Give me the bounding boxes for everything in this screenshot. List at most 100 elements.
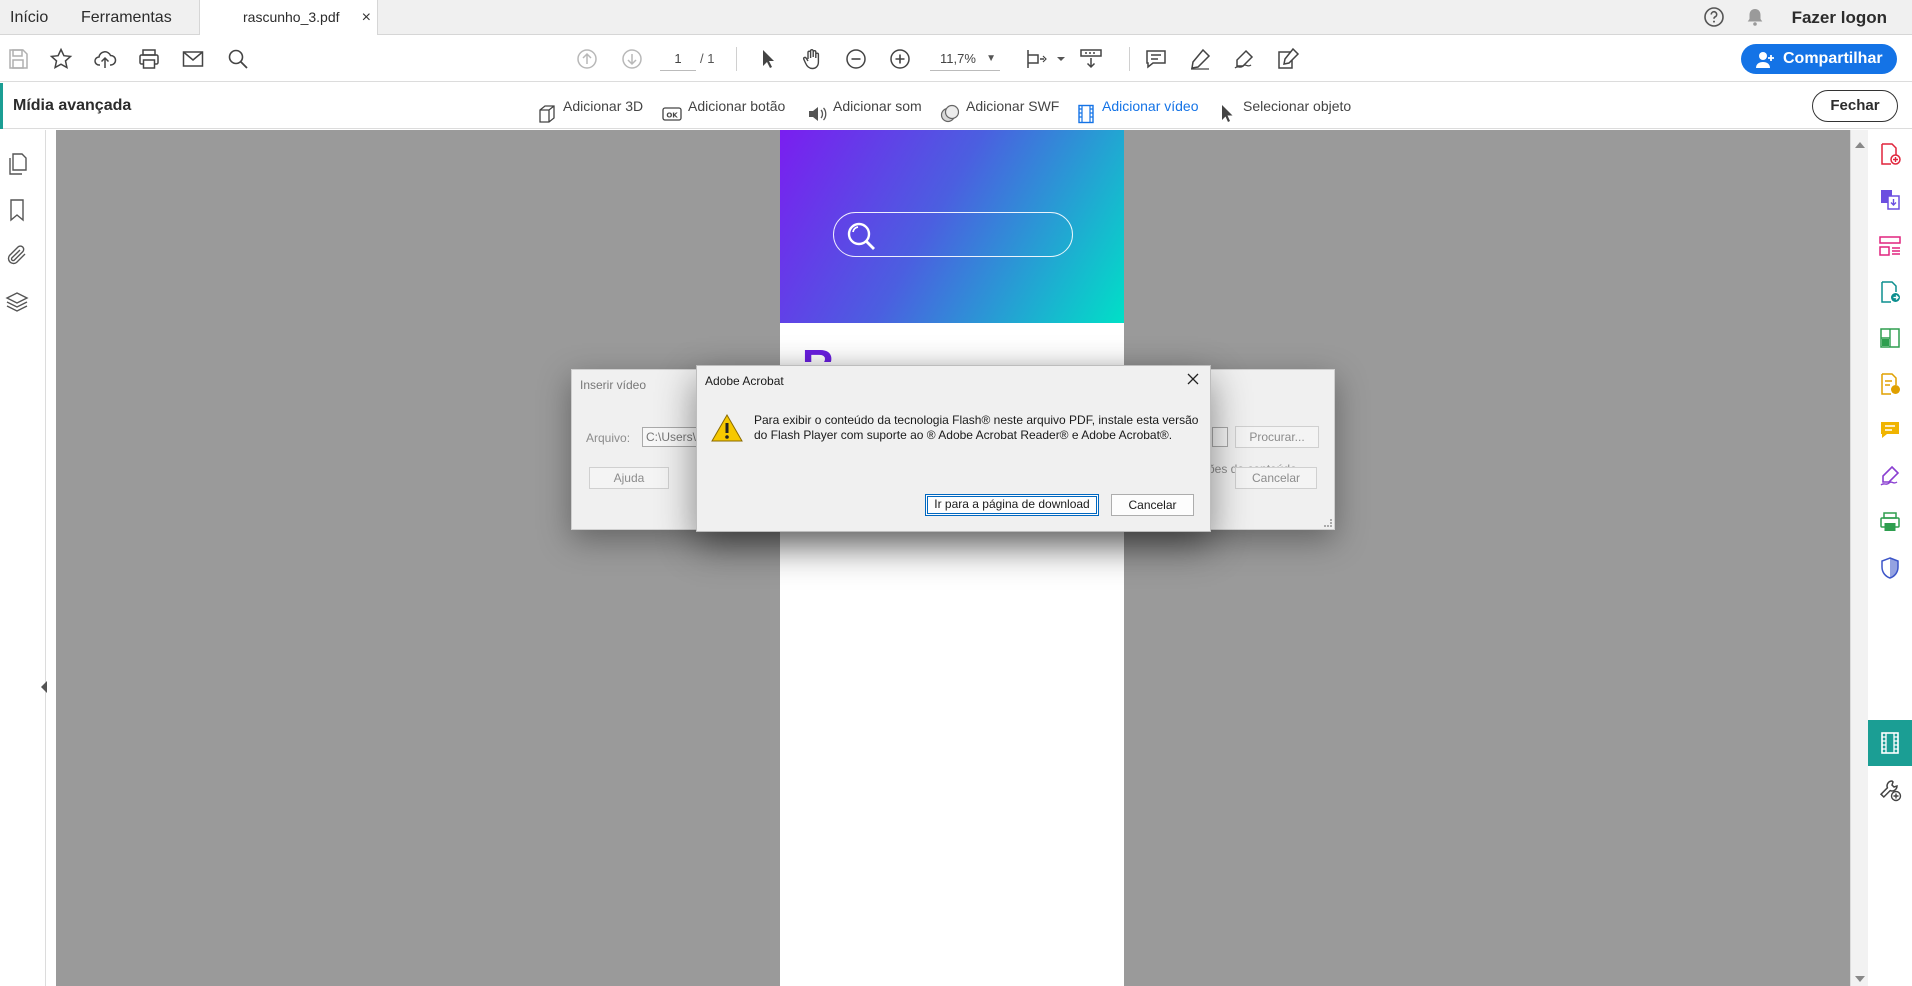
save-icon[interactable] — [6, 47, 30, 71]
create-pdf-icon[interactable] — [1878, 142, 1902, 166]
toolbar-separator — [736, 47, 737, 71]
add-sound-button[interactable]: Adicionar som — [807, 83, 927, 129]
add-video-label: Adicionar vídeo — [1102, 98, 1199, 114]
search-icon — [847, 222, 875, 250]
more-tools-icon[interactable] — [1878, 778, 1902, 802]
print-production-icon[interactable] — [1878, 510, 1902, 534]
comment-icon[interactable] — [1144, 47, 1168, 71]
fill-and-sign-icon[interactable] — [1878, 464, 1902, 488]
page-number-input[interactable]: 1 — [660, 47, 696, 71]
hand-tool-icon[interactable] — [800, 47, 824, 71]
star-icon[interactable] — [49, 47, 73, 71]
page-thumbnails-icon[interactable] — [5, 152, 29, 176]
main-toolbar: 1 / 1 11,7% ▼ Compartilhar — [0, 35, 1912, 82]
svg-text:OK: OK — [666, 112, 678, 120]
cloud-upload-icon[interactable] — [93, 47, 117, 71]
page-fit-icon[interactable] — [1024, 47, 1048, 71]
add-button-button[interactable]: OK Adicionar botão — [662, 83, 792, 129]
scroll-mode-icon[interactable] — [1079, 47, 1103, 71]
pdf-page: R — [780, 130, 1124, 986]
collapse-pane-icon[interactable] — [41, 681, 47, 693]
page-hero-banner — [780, 130, 1124, 323]
next-page-icon[interactable] — [620, 47, 644, 71]
swf-icon — [940, 96, 960, 123]
add-3d-label: Adicionar 3D — [563, 98, 644, 114]
speaker-icon — [807, 96, 827, 121]
flash-warning-dialog: Adobe Acrobat Para exibir o conteúdo da … — [696, 365, 1211, 532]
zoom-out-icon[interactable] — [844, 47, 868, 71]
tab-close-icon[interactable]: × — [362, 0, 371, 35]
email-icon[interactable] — [181, 47, 205, 71]
print-icon[interactable] — [137, 47, 161, 71]
previous-page-icon[interactable] — [575, 47, 599, 71]
layers-icon[interactable] — [5, 290, 29, 314]
tab-home[interactable]: Início — [10, 0, 48, 35]
chevron-down-icon: ▼ — [986, 53, 996, 64]
comment-tool-icon[interactable] — [1878, 418, 1902, 442]
highlight-pen-icon[interactable] — [1188, 47, 1212, 71]
page-search-field-graphic — [833, 212, 1073, 257]
file-path-input-end[interactable] — [1212, 427, 1228, 447]
select-object-button[interactable]: Selecionar objeto — [1217, 83, 1357, 129]
dialog-title: Adobe Acrobat — [705, 374, 784, 388]
insert-video-title: Inserir vídeo — [580, 378, 647, 392]
add-3d-button[interactable]: Adicionar 3D — [537, 83, 677, 129]
tab-document-label: rascunho_3.pdf — [243, 9, 340, 25]
page-heading-fragment: R — [802, 346, 834, 362]
tab-tools[interactable]: Ferramentas — [81, 0, 172, 35]
help-button[interactable]: Ajuda — [589, 467, 669, 489]
export-pdf-icon[interactable] — [1878, 280, 1902, 304]
edit-tool-icon[interactable] — [1276, 47, 1300, 71]
vertical-scrollbar[interactable] — [1850, 130, 1868, 986]
pointer-icon — [1217, 96, 1237, 122]
select-pointer-icon[interactable] — [756, 47, 780, 71]
tool-accent-bar — [0, 83, 3, 129]
cancel-button[interactable]: Cancelar — [1111, 494, 1194, 516]
go-to-download-button[interactable]: Ir para a página de download — [925, 494, 1099, 516]
add-video-button[interactable]: Adicionar vídeo — [1076, 83, 1201, 129]
add-button-label: Adicionar botão — [688, 98, 786, 114]
share-button-label: Compartilhar — [1783, 50, 1883, 67]
sign-icon[interactable] — [1232, 47, 1256, 71]
select-object-label: Selecionar objeto — [1243, 98, 1352, 114]
search-icon[interactable] — [226, 47, 250, 71]
warning-icon — [711, 413, 743, 443]
protect-shield-icon[interactable] — [1878, 556, 1902, 580]
close-icon[interactable] — [1184, 370, 1202, 388]
right-tools-pane — [1868, 130, 1912, 986]
rich-media-toolbar: Mídia avançada Adicionar 3D OK Adicionar… — [0, 83, 1912, 129]
help-icon[interactable] — [1703, 6, 1725, 28]
add-swf-button[interactable]: Adicionar SWF — [940, 83, 1065, 129]
left-navigation-pane — [0, 130, 47, 986]
film-icon — [1076, 96, 1096, 124]
fill-sign-doc-icon[interactable] — [1878, 372, 1902, 396]
zoom-in-icon[interactable] — [888, 47, 912, 71]
zoom-level-select[interactable]: 11,7% ▼ — [930, 47, 1000, 71]
add-swf-label: Adicionar SWF — [966, 98, 1060, 114]
share-button[interactable]: Compartilhar — [1741, 44, 1897, 74]
dialog-message: Para exibir o conteúdo da tecnologia Fla… — [754, 413, 1199, 442]
tab-bar: Início Ferramentas rascunho_3.pdf × Faze… — [0, 0, 1912, 36]
bell-icon[interactable] — [1744, 6, 1766, 28]
file-label: Arquivo: — [586, 431, 631, 445]
tab-document[interactable]: rascunho_3.pdf × — [199, 0, 378, 36]
page-total: / 1 — [700, 51, 715, 66]
combine-files-icon[interactable] — [1878, 188, 1902, 212]
film-icon[interactable] — [1878, 731, 1902, 755]
organize-pages-icon[interactable] — [1878, 234, 1902, 258]
attachment-icon[interactable] — [5, 243, 29, 267]
add-user-icon — [1755, 50, 1775, 68]
browse-button[interactable]: Procurar... — [1235, 426, 1319, 448]
login-link[interactable]: Fazer logon — [1792, 0, 1887, 35]
bookmark-icon[interactable] — [5, 198, 29, 222]
edit-pdf-icon[interactable] — [1878, 326, 1902, 350]
resize-grip-icon[interactable] — [1324, 519, 1332, 527]
add-sound-label: Adicionar som — [833, 98, 922, 114]
cancel-insert-button[interactable]: Cancelar — [1235, 467, 1317, 489]
ok-button-icon: OK — [662, 96, 682, 121]
close-tool-button[interactable]: Fechar — [1812, 90, 1898, 122]
scroll-down-icon[interactable] — [1855, 976, 1865, 982]
chevron-down-icon[interactable] — [1049, 47, 1065, 71]
toolbar-separator — [1129, 47, 1130, 71]
scroll-up-icon[interactable] — [1855, 142, 1865, 148]
